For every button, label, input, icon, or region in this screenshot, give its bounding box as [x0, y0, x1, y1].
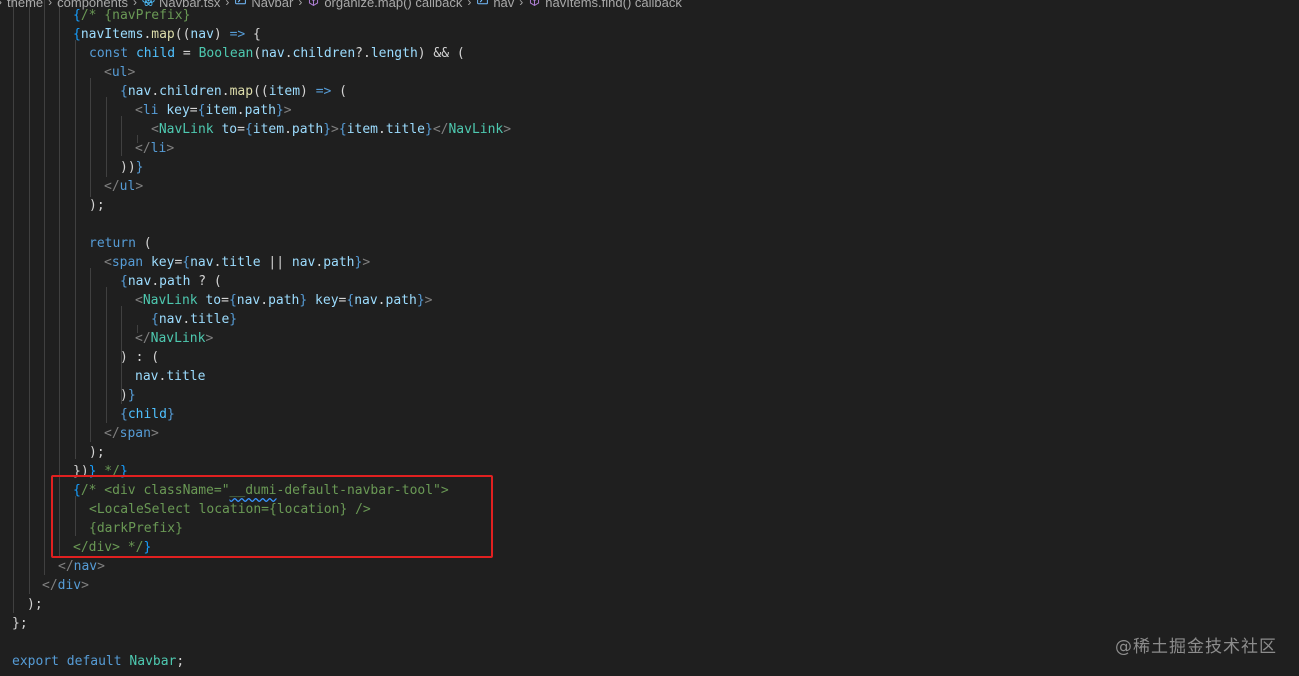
code-line: </nav>	[58, 559, 105, 574]
code-editor[interactable]: {/* {navPrefix} {navItems.map((nav) => {…	[0, 0, 1299, 676]
code-line: );	[89, 198, 105, 213]
breadcrumb-item[interactable]: Navbar.tsx	[142, 0, 220, 10]
breadcrumb-item[interactable]: Navbar	[234, 0, 293, 10]
indent-guide	[44, 0, 45, 575]
breadcrumb-label: theme	[7, 0, 44, 10]
code-line: {nav.path ? (	[120, 274, 222, 289]
code-line: ) : (	[120, 350, 160, 365]
code-line: ))}	[120, 160, 144, 175]
code-line: {child}	[120, 407, 175, 422]
breadcrumb-item[interactable]: organize.map() callback	[307, 0, 462, 10]
chevron-right-icon: ›	[0, 0, 2, 9]
code-line: };	[12, 616, 28, 631]
breadcrumb-label: Navbar.tsx	[158, 0, 221, 10]
breadcrumb-item[interactable]: navItems.find() callback	[528, 0, 682, 10]
variable-icon	[234, 0, 251, 10]
chevron-right-icon: ›	[132, 0, 137, 9]
code-line: const child = Boolean(nav.children?.leng…	[89, 46, 465, 61]
chevron-right-icon: ›	[48, 0, 53, 9]
code-line: </div>	[42, 578, 89, 593]
code-line: </span>	[104, 426, 159, 441]
code-line: </li>	[135, 141, 175, 156]
code-line: </NavLink>	[135, 331, 214, 346]
chevron-right-icon: ›	[519, 0, 524, 9]
code-line: )}	[120, 388, 136, 403]
indent-guide	[121, 116, 122, 156]
method-icon	[528, 0, 545, 10]
variable-icon	[476, 0, 493, 10]
breadcrumb-label: navItems.find() callback	[545, 0, 682, 10]
method-icon	[307, 0, 324, 10]
code-line: <ul>	[104, 65, 136, 80]
code-line: return (	[89, 236, 152, 251]
indent-guide	[90, 268, 91, 442]
code-line: nav.title	[135, 369, 206, 384]
breadcrumb-item[interactable]: theme	[7, 0, 43, 10]
code-line: );	[89, 445, 105, 460]
indent-guide	[90, 78, 91, 197]
code-line: {nav.title}	[151, 312, 238, 327]
breadcrumb-item[interactable]: components	[57, 0, 128, 10]
breadcrumb-label: nav	[493, 0, 515, 10]
chevron-right-icon: ›	[467, 0, 472, 9]
code-line: <NavLink to={item.path}>{item.title}</Na…	[151, 122, 512, 137]
indent-guide	[75, 40, 76, 459]
code-line: <span key={nav.title || nav.path}>	[104, 255, 371, 270]
code-line: export default Navbar;	[12, 654, 185, 669]
react-icon	[142, 0, 159, 10]
chevron-right-icon: ›	[225, 0, 230, 9]
breadcrumb: › theme › components › Navbar.tsx › Navbar › orga…	[0, 0, 682, 11]
breadcrumb-label: Navbar	[251, 0, 294, 10]
watermark: @稀土掘金技术社区	[1115, 637, 1277, 657]
indent-guide	[13, 0, 14, 613]
chevron-right-icon: ›	[298, 0, 303, 9]
breadcrumb-item[interactable]: nav	[476, 0, 514, 10]
code-line: <NavLink to={nav.path} key={nav.path}>	[135, 293, 433, 308]
indent-guide	[106, 287, 107, 423]
breadcrumb-label: organize.map() callback	[324, 0, 463, 10]
indent-guide	[106, 97, 107, 177]
code-line: </ul>	[104, 179, 144, 194]
highlight-annotation-box	[51, 475, 493, 558]
code-line: {navItems.map((nav) => {	[73, 27, 261, 42]
code-line: <li key={item.path}>	[135, 103, 292, 118]
indent-guide	[29, 0, 30, 594]
breadcrumb-label: components	[57, 0, 128, 10]
code-line: );	[27, 597, 43, 612]
indent-guide	[59, 0, 60, 556]
code-line: {nav.children.map((item) => (	[120, 84, 348, 99]
